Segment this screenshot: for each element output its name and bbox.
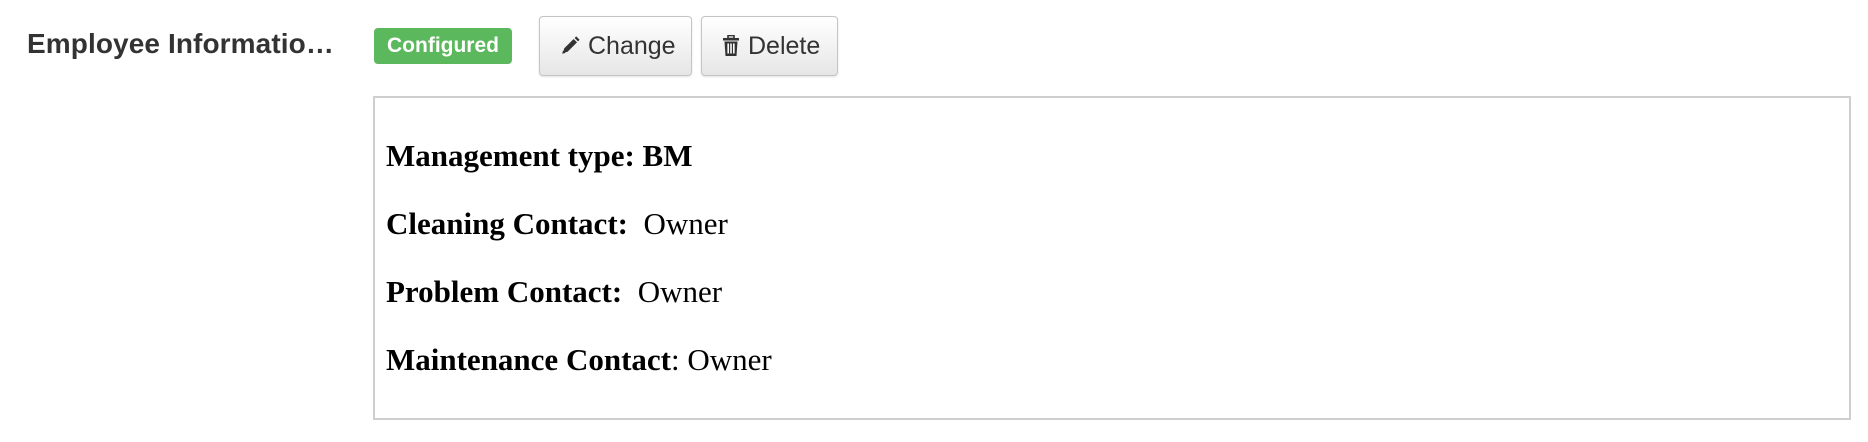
problem-contact-value: Owner (637, 274, 723, 309)
employee-information-row: Employee Informatio… Configured Change D… (0, 0, 1868, 442)
maintenance-contact-colon: : (670, 342, 680, 377)
delete-button-label: Delete (748, 31, 821, 60)
field-label: Employee Informatio… (27, 28, 334, 59)
delete-button[interactable]: Delete (701, 16, 838, 76)
trash-icon (722, 34, 740, 58)
problem-contact-label: Problem Contact: (386, 274, 623, 309)
cleaning-contact-value: Owner (643, 206, 728, 241)
management-type-label: Management type: BM (386, 138, 693, 173)
change-button-label: Change (588, 31, 676, 60)
problem-contact-line: Problem Contact: Owner (386, 274, 722, 310)
management-type-line: Management type: BM (386, 138, 693, 174)
change-button[interactable]: Change (539, 16, 692, 76)
cleaning-contact-label: Cleaning Contact: (386, 206, 628, 241)
status-badge: Configured (374, 28, 512, 64)
cleaning-contact-line: Cleaning Contact: Owner (386, 206, 728, 242)
info-panel: Management type: BM Cleaning Contact: Ow… (373, 96, 1851, 420)
maintenance-contact-label: Maintenance Contact (386, 342, 671, 377)
pencil-icon (560, 34, 580, 58)
maintenance-contact-value: Owner (687, 342, 772, 377)
maintenance-contact-line: Maintenance Contact: Owner (386, 342, 772, 378)
